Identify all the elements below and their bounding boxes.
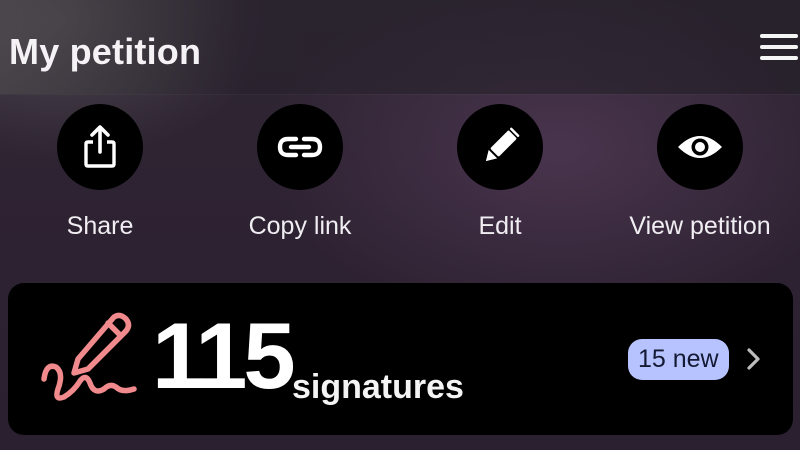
action-row: Share Copy link Edit View petition bbox=[0, 104, 800, 254]
hamburger-menu-icon[interactable] bbox=[760, 32, 800, 62]
edit-button[interactable]: Edit bbox=[400, 104, 600, 254]
signature-pen-icon bbox=[41, 312, 137, 401]
share-icon bbox=[84, 125, 116, 168]
eye-icon bbox=[678, 136, 722, 158]
copy-link-button[interactable]: Copy link bbox=[200, 104, 400, 254]
view-petition-label: View petition bbox=[629, 212, 771, 240]
top-bar: My petition bbox=[0, 0, 800, 94]
pencil-icon bbox=[485, 127, 520, 162]
chevron-right-icon bbox=[747, 348, 760, 370]
signature-count: 115 bbox=[152, 303, 296, 408]
page-title: My petition bbox=[9, 31, 202, 72]
copy-link-label: Copy link bbox=[248, 212, 352, 240]
edit-label: Edit bbox=[478, 212, 522, 240]
signature-label: signatures bbox=[292, 368, 464, 406]
share-label: Share bbox=[66, 212, 134, 240]
new-signatures-badge: 15 new bbox=[628, 339, 729, 380]
link-icon bbox=[277, 136, 323, 158]
signatures-card[interactable]: 115 signatures 15 new bbox=[8, 283, 793, 435]
eye-icon-circle bbox=[657, 104, 743, 190]
share-icon-circle bbox=[57, 104, 143, 190]
link-icon-circle bbox=[257, 104, 343, 190]
pencil-icon-circle bbox=[457, 104, 543, 190]
view-petition-button[interactable]: View petition bbox=[600, 104, 800, 254]
share-button[interactable]: Share bbox=[0, 104, 200, 254]
